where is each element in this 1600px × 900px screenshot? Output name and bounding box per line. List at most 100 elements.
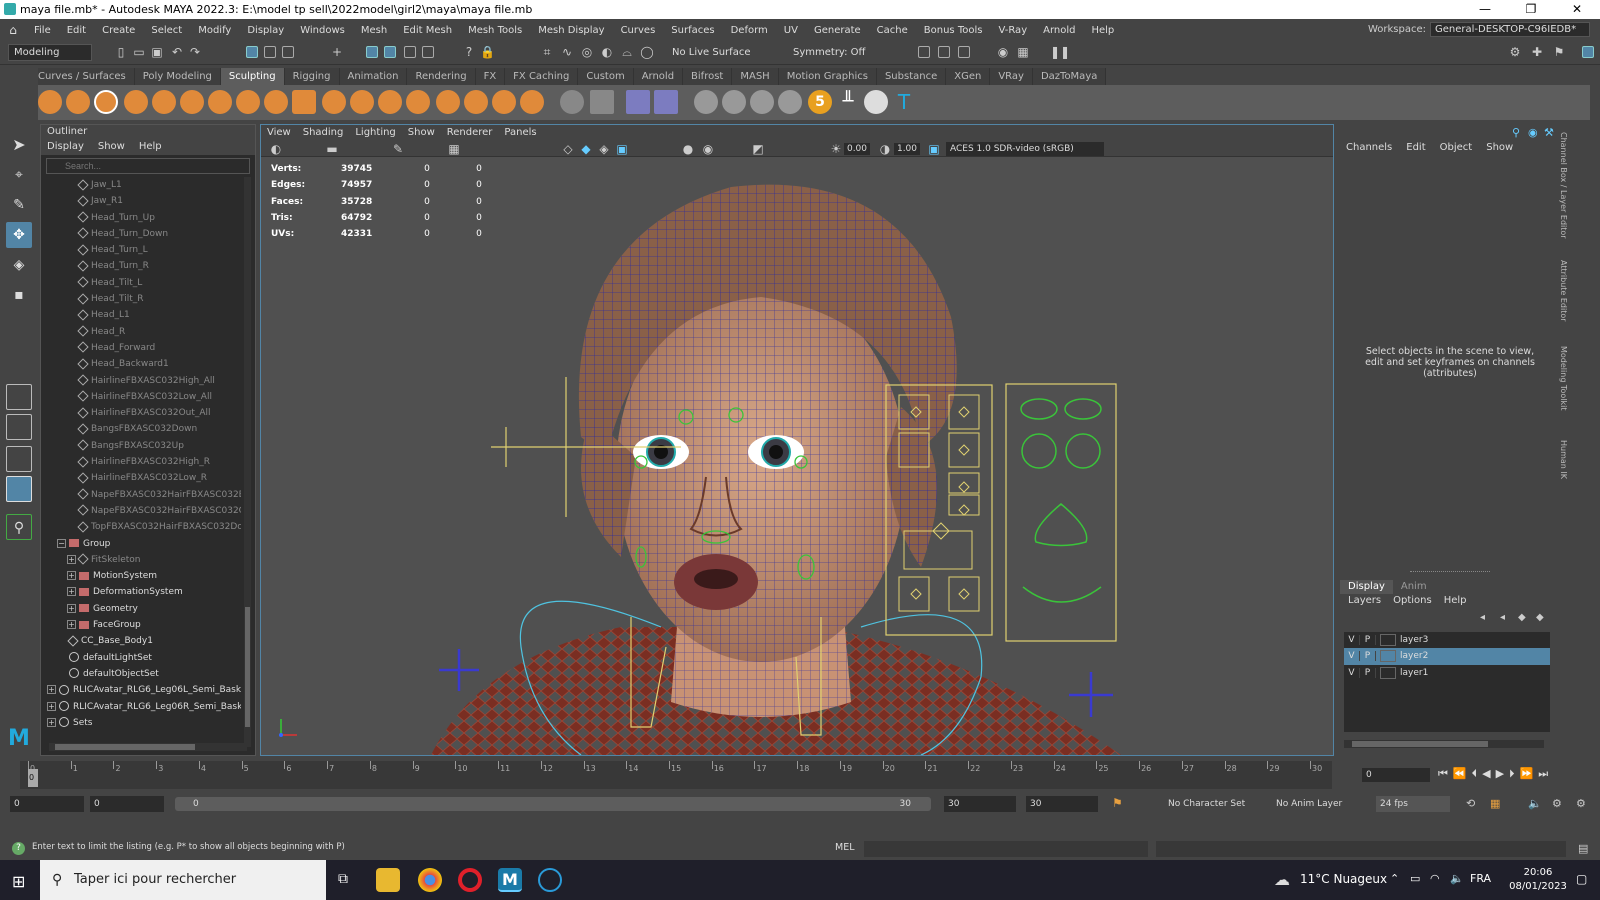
channel-box-menu-channels[interactable]: Channels (1346, 142, 1392, 153)
sound-icon[interactable]: 🔈 (1528, 797, 1542, 810)
sculpt-layer-icon[interactable] (626, 90, 650, 114)
chrome-icon[interactable] (418, 868, 442, 892)
menu-deform[interactable]: Deform (723, 25, 776, 36)
menu-generate[interactable]: Generate (806, 25, 869, 36)
collapse-icon[interactable]: − (57, 539, 66, 548)
channel-box-menu-edit[interactable]: Edit (1406, 142, 1425, 153)
outliner-item[interactable]: BangsFBXASC032Up (41, 438, 241, 454)
viewport-menu-show[interactable]: Show (408, 125, 435, 141)
file-explorer-icon[interactable] (376, 868, 400, 892)
workspace-dropdown[interactable]: General-DESKTOP-C96IEDB* (1430, 22, 1590, 37)
select-hierarchy-icon[interactable] (246, 46, 258, 58)
viewport-panel[interactable]: View Shading Lighting Show Renderer Pane… (260, 124, 1334, 756)
layer-name[interactable]: layer3 (1400, 635, 1428, 645)
lock-icon[interactable]: + (330, 45, 344, 59)
step-back-key-icon[interactable]: ⏪ (1453, 767, 1467, 781)
expand-icon[interactable]: + (67, 604, 76, 613)
scale-tool-icon[interactable]: ▪ (6, 282, 32, 308)
face-control-panel-2[interactable] (1006, 384, 1116, 641)
taskbar-search[interactable]: Taper ici pour rechercher (40, 860, 326, 900)
view-transform-dropdown[interactable]: ACES 1.0 SDR-video (sRGB) (946, 142, 1104, 156)
outliner-vscroll[interactable] (244, 177, 251, 747)
new-scene-icon[interactable]: ▯ (114, 45, 128, 59)
shelf-tab-bifrost[interactable]: Bifrost (683, 68, 732, 85)
outliner-item[interactable]: Head_Turn_L (41, 242, 241, 258)
menu-surfaces[interactable]: Surfaces (663, 25, 722, 36)
repeat-brush-icon[interactable] (264, 90, 288, 114)
viewport-menu-renderer[interactable]: Renderer (447, 125, 493, 141)
xray-icon[interactable]: ● (681, 142, 695, 156)
layer-playback-toggle[interactable]: P (1360, 635, 1376, 645)
shelf-tab-daztomaya[interactable]: DazToMaya (1033, 68, 1106, 85)
auto-key-icon[interactable]: ⚑ (1112, 796, 1123, 810)
render-view-icon[interactable]: ▦ (1016, 45, 1030, 59)
shelf-tab-animation[interactable]: Animation (340, 68, 408, 85)
scrape-brush-icon[interactable] (350, 90, 374, 114)
flatten-brush-icon[interactable] (180, 90, 204, 114)
snap-view-icon[interactable]: ◐ (600, 45, 614, 59)
mel-toggle[interactable]: MEL (835, 842, 855, 853)
layer-tab-display[interactable]: Display (1340, 580, 1393, 594)
task-view-icon[interactable]: ⧉ (338, 871, 348, 887)
current-frame-field[interactable]: 0 (1362, 768, 1430, 782)
layer-visibility-toggle[interactable]: V (1344, 651, 1360, 661)
shelf-tab-poly-modeling[interactable]: Poly Modeling (135, 68, 221, 85)
render-settings-icon[interactable] (938, 46, 950, 58)
outliner-item[interactable]: +DeformationSystem (41, 584, 241, 600)
menu-arnold[interactable]: Arnold (1035, 25, 1083, 36)
layout-modeling-icon[interactable]: ⚙ (1508, 45, 1522, 59)
step-back-frame-icon[interactable]: ⏴ (1472, 767, 1478, 781)
isolate-select-icon[interactable]: ◩ (751, 142, 765, 156)
vray-material-icon[interactable] (722, 90, 746, 114)
move-layer-down-icon[interactable]: ◂ (1500, 612, 1505, 623)
select-object-icon[interactable] (264, 46, 276, 58)
vray-render-icon[interactable] (694, 90, 718, 114)
outliner-item[interactable]: +FaceGroup (41, 617, 241, 633)
notifications-icon[interactable]: ▢ (1576, 872, 1587, 886)
pinch-brush-icon[interactable] (152, 90, 176, 114)
skull-icon[interactable] (864, 90, 888, 114)
menu-mesh-display[interactable]: Mesh Display (530, 25, 612, 36)
outliner-item[interactable]: NapeFBXASC032HairFBXASC032Bend (41, 487, 241, 503)
layer-playback-toggle[interactable]: P (1360, 668, 1376, 678)
wax-brush-icon[interactable] (322, 90, 346, 114)
shelf-tab-rigging[interactable]: Rigging (285, 68, 340, 85)
menu-windows[interactable]: Windows (292, 25, 353, 36)
viewport-menu-view[interactable]: View (267, 125, 291, 141)
prefs-icon[interactable]: ⚙ (1552, 797, 1562, 810)
outliner-item[interactable]: −Group (41, 536, 241, 552)
opera-icon[interactable] (458, 868, 482, 892)
layer-color-swatch[interactable] (1380, 634, 1396, 646)
menu-vray[interactable]: V-Ray (990, 25, 1035, 36)
range-bar[interactable]: 0 30 (175, 797, 931, 811)
outliner-item[interactable]: defaultLightSet (41, 650, 241, 666)
shelf-tab-curves-surfaces[interactable]: Curves / Surfaces (30, 68, 135, 85)
side-tab-modeling-toolkit[interactable]: Modeling Toolkit (1556, 346, 1568, 410)
menu-help[interactable]: Help (1083, 25, 1122, 36)
animation-end-field[interactable]: 30 (1026, 796, 1098, 812)
side-tab-channel-box[interactable]: Channel Box / Layer Editor (1556, 132, 1568, 239)
move-layer-up-icon[interactable]: ◂ (1480, 612, 1485, 623)
lock-selection-icon[interactable]: 🔒 (480, 45, 494, 59)
splitter-handle[interactable] (1410, 571, 1490, 572)
grab-brush-icon[interactable] (124, 90, 148, 114)
layer-name[interactable]: layer1 (1400, 668, 1428, 678)
vray-light-icon[interactable] (750, 90, 774, 114)
vray-proxy-icon[interactable] (778, 90, 802, 114)
clock[interactable]: 20:06 08/01/2023 (1500, 866, 1576, 894)
save-scene-icon[interactable]: ▣ (150, 45, 164, 59)
exposure-icon[interactable]: ☀ (829, 142, 843, 156)
outliner-item[interactable]: Head_L1 (41, 307, 241, 323)
symmetry-dropdown[interactable]: Symmetry: Off (793, 44, 865, 61)
outliner-search-input[interactable] (46, 158, 250, 174)
expand-icon[interactable]: + (67, 555, 76, 564)
outliner-item[interactable]: Head_Tilt_R (41, 291, 241, 307)
snap-grid-icon[interactable]: ⌗ (540, 45, 554, 59)
menu-mesh[interactable]: Mesh (353, 25, 395, 36)
gamma-icon[interactable]: ◑ (878, 142, 892, 156)
grid-mask-icon[interactable] (590, 90, 614, 114)
tpose-icon[interactable]: T (892, 90, 916, 114)
menu-modify[interactable]: Modify (190, 25, 239, 36)
menu-select[interactable]: Select (143, 25, 190, 36)
channel-box-menu-object[interactable]: Object (1440, 142, 1473, 153)
